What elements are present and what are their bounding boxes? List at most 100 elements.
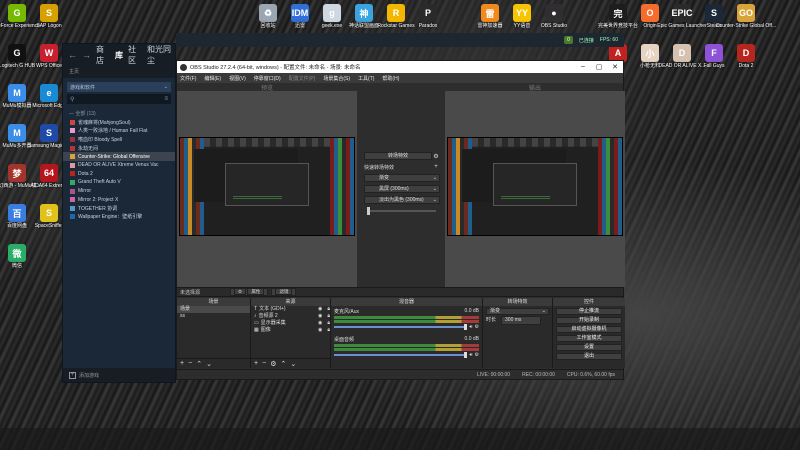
menu-item[interactable]: 场景集合(S)	[323, 75, 350, 82]
eye-icon[interactable]: ◉	[318, 320, 322, 327]
quick-transition-fade[interactable]: 渐变 ⌄	[364, 174, 440, 182]
close-icon[interactable]: ✕	[607, 63, 623, 71]
control-button[interactable]: 设置	[556, 344, 622, 351]
source-item[interactable]: T 文本 (GDI+) ◉ 🔒︎	[251, 306, 330, 313]
control-button[interactable]: 工作室模式	[556, 335, 622, 342]
tbar-knob[interactable]	[367, 207, 370, 215]
control-button[interactable]: 开始录制	[556, 317, 622, 324]
program-screen[interactable]	[447, 137, 623, 236]
search-icon: ⚲	[70, 96, 75, 103]
game-list-item[interactable]: Grand Theft Auto V	[63, 178, 175, 187]
nav-community[interactable]: 社区	[128, 44, 142, 66]
library-category[interactable]: — 全部 (13)	[63, 106, 175, 118]
desktop-shortcut[interactable]: D Dota 2	[726, 44, 766, 69]
source-item[interactable]: ▭ 显示器采集 ◉ 🔒︎	[251, 320, 330, 327]
forward-arrow-icon[interactable]: →	[82, 50, 91, 60]
desktop-shortcut[interactable]: S SAP Logon	[29, 4, 69, 29]
lock-icon[interactable]: 🔒︎	[327, 306, 330, 313]
menu-item[interactable]: 停靠窗口(D)	[254, 75, 281, 82]
transition-button[interactable]: 转场特效	[364, 152, 432, 160]
game-list-item[interactable]: 嗜血印 Bloody Spell	[63, 135, 175, 144]
library-search-input[interactable]: ⚲ ≡	[67, 94, 171, 104]
obs-titlebar[interactable]: OBS Studio 27.2.4 (64-bit, windows) - 配置…	[177, 61, 623, 73]
gear-icon[interactable]: ⚙	[475, 352, 479, 358]
transition-select[interactable]: 渐变 ⌄	[486, 308, 549, 315]
game-list-item[interactable]: Wallpaper Engine：壁纸引擎	[63, 213, 175, 222]
move-up-icon[interactable]: ⌃	[196, 360, 202, 368]
sources-dock: 来源 T 文本 (GDI+) ◉ 🔒︎ ♪ 音频源 2 ◉ 🔒︎ ▭ 显示器采集…	[251, 298, 331, 368]
game-list-item[interactable]: Dota 2	[63, 170, 175, 179]
game-list-item[interactable]: Counter-Strike: Global Offensive	[63, 152, 175, 161]
menu-item[interactable]: 配置文件(P)	[289, 75, 316, 82]
tbar-slider[interactable]	[364, 207, 440, 215]
volume-slider[interactable]	[334, 352, 468, 358]
add-icon[interactable]: +	[432, 164, 440, 170]
game-list-item[interactable]: 雀魂麻将(MahjongSoul)	[63, 118, 175, 127]
preview-screen[interactable]	[179, 137, 355, 236]
menu-item[interactable]: 文件(F)	[180, 75, 196, 82]
volume-slider[interactable]	[334, 324, 468, 330]
nav-library[interactable]: 库	[115, 50, 123, 61]
eye-icon[interactable]: ◉	[318, 313, 322, 320]
gear-icon[interactable]: ⚙	[432, 153, 440, 160]
game-name: 雀魂麻将(MahjongSoul)	[78, 119, 131, 126]
steam-nav: ← → 商店 库 社区 和光同尘	[63, 44, 175, 66]
eye-icon[interactable]: ◉	[318, 306, 322, 313]
lock-icon[interactable]: 🔒︎	[327, 313, 330, 320]
steam-footer[interactable]: + 添加游戏	[63, 368, 175, 382]
control-button[interactable]: 启动虚拟摄像机	[556, 326, 622, 333]
control-button[interactable]: 停止推流	[556, 308, 622, 315]
desktop-shortcut[interactable]: 微微信	[0, 244, 37, 269]
filter-sliders-icon[interactable]: ≡	[164, 96, 168, 102]
lock-icon[interactable]: 🔒︎	[327, 320, 330, 327]
speaker-icon[interactable]: 🔊︎	[469, 324, 472, 330]
game-name: TOGETHER 协调	[78, 205, 118, 212]
properties-button[interactable]: ⚙ 属性	[230, 288, 269, 296]
speaker-icon[interactable]: 🔊︎	[469, 352, 472, 358]
source-item[interactable]: ♪ 音频源 2 ◉ 🔒︎	[251, 313, 330, 320]
desktop-shortcut[interactable]: P Paradox	[408, 4, 448, 29]
nav-username[interactable]: 和光同尘	[147, 44, 175, 66]
move-down-icon[interactable]: ⌄	[290, 360, 296, 368]
gear-icon[interactable]: ⚙	[270, 360, 276, 368]
add-icon[interactable]: +	[254, 360, 258, 367]
lock-icon[interactable]: 🔒︎	[327, 327, 330, 334]
game-icon	[70, 119, 75, 125]
library-filter-dropdown[interactable]: 游戏和软件 ⌄	[67, 82, 171, 92]
gear-icon[interactable]: ⚙	[475, 324, 479, 330]
remove-icon[interactable]: −	[188, 360, 192, 367]
game-list-item[interactable]: 人类一败涂地 / Human Fall Flat	[63, 127, 175, 136]
add-icon[interactable]: +	[180, 360, 184, 367]
control-button[interactable]: 退出	[556, 353, 622, 360]
game-list-item[interactable]: TOGETHER 协调	[63, 204, 175, 213]
scene-item[interactable]: ss	[177, 313, 250, 320]
desktop-shortcut[interactable]: ● OBS Studio	[534, 4, 574, 29]
quick-transition-fade-black[interactable]: 淡出为黑色 (300ms) ⌄	[364, 196, 440, 204]
maximize-icon[interactable]: ▢	[591, 63, 607, 71]
source-item[interactable]: ▦ 图像 ◉ 🔒︎	[251, 327, 330, 334]
remove-icon[interactable]: −	[262, 360, 266, 367]
eye-icon[interactable]: ◉	[318, 327, 322, 334]
game-list-item[interactable]: DEAD OR ALIVE Xtreme Venus Vac	[63, 161, 175, 170]
back-arrow-icon[interactable]: ←	[68, 50, 77, 60]
game-list-item[interactable]: 永劫无间	[63, 144, 175, 153]
nav-store[interactable]: 商店	[96, 44, 110, 66]
filter-label: 游戏和软件	[70, 84, 96, 91]
filters-button[interactable]: 滤镜	[271, 288, 297, 296]
menu-item[interactable]: 编辑(E)	[204, 75, 221, 82]
move-down-icon[interactable]: ⌄	[206, 360, 212, 368]
game-list-item[interactable]: Mirror	[63, 187, 175, 196]
menu-item[interactable]: 视图(V)	[229, 75, 246, 82]
duration-input[interactable]: 300 ms	[501, 316, 542, 325]
volume-knob[interactable]	[464, 352, 468, 358]
move-up-icon[interactable]: ⌃	[280, 360, 286, 368]
desktop-shortcut[interactable]: GO Counter-Strike Global Off...	[716, 4, 776, 29]
minimize-icon[interactable]: –	[575, 63, 591, 71]
menu-item[interactable]: 工具(T)	[358, 75, 374, 82]
quick-transition-black[interactable]: 黑屏 (300ms) ⌄	[364, 185, 440, 193]
volume-knob[interactable]	[464, 324, 468, 330]
game-list-item[interactable]: Mirror 2: Project X	[63, 195, 175, 204]
scene-item[interactable]: 场景	[177, 306, 250, 313]
menu-item[interactable]: 帮助(H)	[382, 75, 399, 82]
steam-home-link[interactable]: 主页	[63, 66, 175, 78]
